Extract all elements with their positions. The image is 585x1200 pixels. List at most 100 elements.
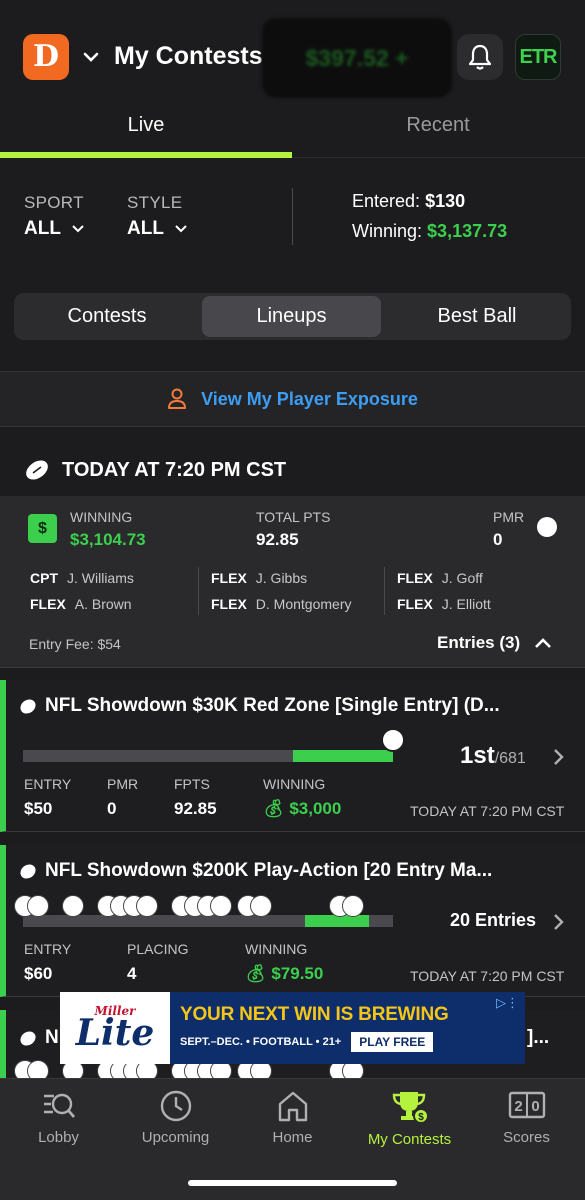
- entry-value: $50: [24, 799, 53, 818]
- view-segmented-control: Contests Lineups Best Ball: [14, 293, 571, 340]
- chevron-down-icon: [72, 225, 84, 233]
- winning-value: 💰︎ $79.50: [245, 964, 324, 983]
- contest-rank: 1st/681: [460, 742, 526, 769]
- lineup-divider: [198, 567, 199, 615]
- lineup-player: FLEX J. Elliott: [397, 596, 491, 612]
- chevron-down-icon[interactable]: [82, 48, 100, 66]
- style-filter[interactable]: ALL: [127, 218, 188, 240]
- style-filter-value: ALL: [127, 218, 164, 239]
- entry-marker: [210, 895, 232, 917]
- nav-home[interactable]: Home: [234, 1089, 351, 1146]
- pmr-value: 0: [107, 799, 117, 818]
- contest-start-time: TODAY AT 7:20 PM CST: [410, 803, 565, 819]
- nav-lobby[interactable]: Lobby: [0, 1089, 117, 1146]
- ad-logo: Miller Lite: [60, 992, 170, 1064]
- chevron-right-icon[interactable]: [552, 913, 564, 931]
- clock-icon: [160, 1090, 191, 1122]
- entry-marker: [136, 895, 158, 917]
- entry-marker: [27, 895, 49, 917]
- winning-label: WINNING: [245, 941, 308, 957]
- person-icon: [168, 388, 187, 409]
- filter-divider: [292, 188, 293, 245]
- entry-value: $60: [24, 964, 53, 983]
- entry-fee: Entry Fee: $54: [29, 636, 121, 652]
- avatar[interactable]: ETR: [515, 34, 561, 80]
- svg-text:$: $: [418, 1112, 424, 1123]
- active-tab-indicator: [0, 152, 292, 158]
- segment-contests[interactable]: Contests: [17, 296, 197, 337]
- football-icon: [26, 460, 48, 480]
- chevron-right-icon[interactable]: [552, 748, 564, 766]
- page-title[interactable]: My Contests: [114, 42, 263, 71]
- contest-title-tail: ]...: [527, 1027, 550, 1048]
- entries-count: Entries (3): [437, 633, 521, 652]
- nav-upcoming[interactable]: Upcoming: [117, 1089, 234, 1146]
- contest-title: NFL Showdown $200K Play-Action [20 Entry…: [17, 860, 492, 882]
- ad-headline: YOUR NEXT WIN IS BREWING: [180, 1004, 449, 1025]
- summary-pmr-value: 0: [493, 530, 503, 549]
- fpts-value: 92.85: [174, 799, 217, 818]
- contest-title: NFL Showdown $30K Red Zone [Single Entry…: [17, 695, 500, 717]
- standing-progress-fill: [293, 750, 393, 762]
- lineup-player: FLEX D. Montgomery: [211, 596, 352, 612]
- slate-time: TODAY AT 7:20 PM CST: [62, 458, 287, 481]
- nav-my-contests[interactable]: $ My Contests: [351, 1089, 468, 1148]
- placing-value: 4: [127, 964, 137, 983]
- ad-subtext: SEPT.–DEC. • FOOTBALL • 21+: [180, 1036, 342, 1048]
- chevron-down-icon: [175, 225, 187, 233]
- football-icon: [17, 696, 39, 716]
- segment-best-ball[interactable]: Best Ball: [386, 296, 568, 337]
- entered-label: Entered:: [352, 191, 421, 211]
- sport-filter-value: ALL: [24, 218, 61, 239]
- pmr-label: PMR: [107, 776, 139, 792]
- trophy-icon: $: [392, 1092, 429, 1124]
- sport-filter[interactable]: ALL: [24, 218, 85, 240]
- notifications-button[interactable]: [457, 34, 503, 80]
- entry-markers: [14, 895, 364, 917]
- money-bag-icon: 💰︎: [245, 964, 267, 983]
- entries-collapse-toggle[interactable]: Entries (3): [437, 633, 552, 653]
- slate-header: TODAY AT 7:20 PM CST: [24, 458, 286, 482]
- football-icon: [17, 861, 39, 881]
- account-balance[interactable]: $397.52 +: [262, 18, 452, 98]
- player-exposure-link[interactable]: View My Player Exposure: [0, 371, 585, 427]
- winning-label: Winning:: [352, 221, 423, 241]
- entered-stat: Entered: $130: [352, 191, 465, 212]
- winning-label: WINNING: [263, 776, 326, 792]
- scoreboard-icon: 20: [508, 1091, 545, 1119]
- football-icon: [17, 1028, 39, 1048]
- entry-label: ENTRY: [24, 941, 72, 957]
- lineup-divider: [384, 567, 385, 615]
- lineup-player: FLEX J. Gibbs: [211, 570, 308, 586]
- player-exposure-label: View My Player Exposure: [201, 388, 418, 409]
- segment-lineups[interactable]: Lineups: [202, 296, 381, 337]
- svg-text:2: 2: [514, 1098, 522, 1115]
- svg-text:0: 0: [531, 1098, 539, 1115]
- bell-icon: [468, 44, 492, 70]
- ad-cta-button[interactable]: PLAY FREE: [351, 1032, 434, 1052]
- chevron-up-icon: [535, 638, 552, 648]
- money-bag-icon: $: [28, 514, 57, 543]
- summary-total-pts-value: 92.85: [256, 530, 299, 549]
- ad-banner[interactable]: Miller Lite YOUR NEXT WIN IS BREWING SEP…: [60, 992, 525, 1064]
- contest-title: N: [17, 1027, 59, 1049]
- summary-winning-value: $3,104.73: [70, 530, 146, 549]
- entry-marker: [62, 895, 84, 917]
- draftkings-logo[interactable]: D: [23, 34, 69, 80]
- tab-live[interactable]: Live: [0, 114, 292, 137]
- winning-value: 💰︎ $3,000: [263, 799, 342, 818]
- fpts-label: FPTS: [174, 776, 210, 792]
- tab-recent[interactable]: Recent: [292, 114, 584, 137]
- live-status-dot: [537, 517, 557, 537]
- entry-marker: [250, 895, 272, 917]
- lineup-player: FLEX A. Brown: [30, 596, 132, 612]
- lobby-search-icon: [43, 1093, 75, 1118]
- contest-entries-count: 20 Entries: [450, 910, 537, 930]
- ad-choices-icon[interactable]: ▷⋮: [496, 995, 519, 1011]
- sport-filter-label: SPORT: [24, 193, 84, 212]
- winning-value: $3,137.73: [427, 221, 508, 241]
- placing-label: PLACING: [127, 941, 189, 957]
- nav-scores[interactable]: 20 Scores: [468, 1089, 585, 1146]
- winning-stat: Winning: $3,137.73: [352, 221, 507, 242]
- summary-total-pts-label: TOTAL PTS: [256, 509, 331, 525]
